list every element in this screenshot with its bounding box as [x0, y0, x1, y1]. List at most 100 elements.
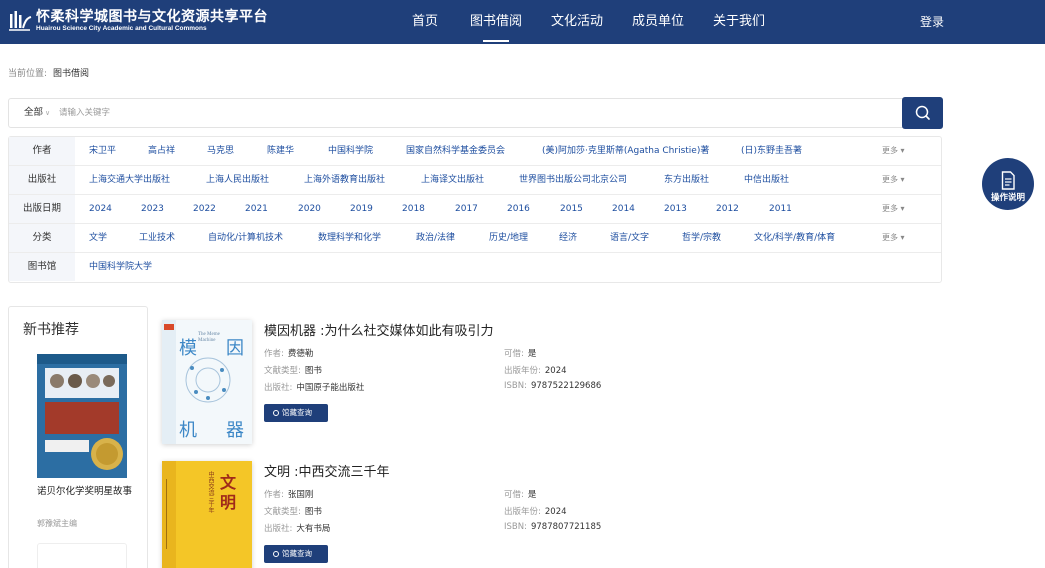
- login-link[interactable]: 登录: [920, 0, 944, 44]
- filter-option[interactable]: 2022: [193, 195, 216, 223]
- filter-option[interactable]: 2012: [716, 195, 739, 223]
- book-author: 作者: 费德勒: [264, 349, 314, 359]
- book-borrowable: 可借: 是: [504, 490, 537, 500]
- filter-more-button[interactable]: 更多 ▾: [882, 195, 905, 223]
- filter-option[interactable]: 2020: [298, 195, 321, 223]
- book-year: 出版年份: 2024: [504, 507, 567, 517]
- book-title[interactable]: 模因机器 :为什么社交媒体如此有吸引力: [264, 320, 494, 339]
- filter-option[interactable]: 2015: [560, 195, 583, 223]
- book-list-item: 模 因 机 器 The Meme Machine 模因机器 :为什么社交媒体如此…: [162, 320, 862, 450]
- operation-guide-label: 操作说明: [990, 193, 1025, 203]
- filter-option[interactable]: 上海译文出版社: [421, 166, 484, 194]
- filter-option[interactable]: 马克思: [207, 137, 234, 165]
- filter-option[interactable]: 2021: [245, 195, 268, 223]
- filter-row-publish-date: 出版日期 2024 2023 2022 2021 2020 2019 2018 …: [9, 195, 941, 224]
- filter-option[interactable]: 数理科学和化学: [318, 224, 381, 252]
- sidebar-book-author: 郭豫斌主编: [37, 519, 77, 528]
- search-button[interactable]: [902, 97, 943, 129]
- filter-option[interactable]: 2019: [350, 195, 373, 223]
- filter-option[interactable]: 2013: [664, 195, 687, 223]
- filter-option[interactable]: 世界图书出版公司北京公司: [519, 166, 627, 194]
- nav-book-borrowing[interactable]: 图书借阅: [470, 0, 522, 44]
- filter-option[interactable]: 2011: [769, 195, 792, 223]
- filter-label: 出版日期: [9, 195, 75, 223]
- sidebar-title: 新书推荐: [23, 322, 79, 338]
- filter-option[interactable]: 历史/地理: [489, 224, 528, 252]
- filter-option[interactable]: 上海人民出版社: [206, 166, 269, 194]
- book-cover-image[interactable]: [37, 354, 127, 478]
- nav-cultural-activities[interactable]: 文化活动: [551, 0, 603, 44]
- filter-more-label: 更多: [882, 146, 898, 155]
- book-cover-char: 模: [179, 338, 197, 359]
- sidebar-book-title[interactable]: 诺贝尔化学奖明星故事: [37, 485, 133, 498]
- book-author: 作者: 张国刚: [264, 490, 314, 500]
- filter-option[interactable]: 中信出版社: [744, 166, 789, 194]
- filter-option[interactable]: 2023: [141, 195, 164, 223]
- nav-home[interactable]: 首页: [412, 0, 438, 44]
- search-scope-select[interactable]: 全部 ∨: [24, 99, 50, 127]
- operation-guide-button[interactable]: 操作说明: [982, 158, 1034, 210]
- filter-option[interactable]: 文学: [89, 224, 107, 252]
- filter-option[interactable]: 2018: [402, 195, 425, 223]
- filter-option[interactable]: 哲学/宗教: [682, 224, 721, 252]
- book-cover-char: 器: [226, 420, 244, 441]
- filter-more-button[interactable]: 更多 ▾: [882, 166, 905, 194]
- filter-option[interactable]: 2016: [507, 195, 530, 223]
- search-input[interactable]: [59, 104, 889, 122]
- breadcrumb: 当前位置: 图书借阅: [8, 66, 89, 79]
- caret-down-icon: ▾: [900, 204, 905, 213]
- filter-label: 图书馆: [9, 253, 75, 281]
- chevron-down-icon: ∨: [45, 109, 51, 117]
- site-logo[interactable]: 怀柔科学城图书与文化资源共享平台 Huairou Science City Ac…: [8, 9, 268, 33]
- filter-option[interactable]: 语言/文字: [610, 224, 649, 252]
- holding-query-button[interactable]: 馆藏查询: [264, 404, 328, 422]
- search-icon: [915, 105, 930, 120]
- filter-option[interactable]: 中国科学院大学: [89, 253, 152, 281]
- filter-option[interactable]: 国家自然科学基金委员会: [406, 137, 505, 165]
- filter-more-button[interactable]: 更多 ▾: [882, 137, 905, 165]
- book-isbn: ISBN: 9787522129686: [504, 381, 602, 391]
- filter-option[interactable]: 高占祥: [148, 137, 175, 165]
- filter-option[interactable]: 2017: [455, 195, 478, 223]
- circle-icon: [273, 550, 279, 557]
- filter-more-label: 更多: [882, 204, 898, 213]
- filter-option[interactable]: (美)阿加莎·克里斯蒂(Agatha Christie)著: [542, 137, 709, 165]
- caret-down-icon: ▾: [900, 146, 905, 155]
- sidebar-next-book-card[interactable]: [37, 543, 127, 568]
- book-year: 出版年份: 2024: [504, 366, 567, 376]
- caret-down-icon: ▾: [900, 233, 905, 242]
- filter-option[interactable]: 上海交通大学出版社: [89, 166, 170, 194]
- breadcrumb-current[interactable]: 图书借阅: [53, 69, 89, 79]
- book-publisher: 出版社: 中国原子能出版社: [264, 383, 365, 393]
- filter-more-label: 更多: [882, 175, 898, 184]
- filter-option[interactable]: 2014: [612, 195, 635, 223]
- filter-label: 作者: [9, 137, 75, 165]
- book-cover-image[interactable]: 文 明 中西交流三千年: [162, 461, 252, 568]
- nav-about-us[interactable]: 关于我们: [713, 0, 765, 44]
- circle-icon: [273, 409, 279, 416]
- book-cover-image[interactable]: 模 因 机 器 The Meme Machine: [162, 320, 252, 444]
- nav-member-units[interactable]: 成员单位: [632, 0, 684, 44]
- filter-option[interactable]: 宋卫平: [89, 137, 116, 165]
- filter-option[interactable]: (日)东野圭吾著: [741, 137, 802, 165]
- filter-option[interactable]: 自动化/计算机技术: [208, 224, 283, 252]
- filter-option[interactable]: 陈建华: [267, 137, 294, 165]
- filter-option[interactable]: 政治/法律: [416, 224, 455, 252]
- filter-option[interactable]: 2024: [89, 195, 112, 223]
- filter-row-author: 作者 宋卫平 高占祥 马克思 陈建华 中国科学院 国家自然科学基金委员会 (美)…: [9, 137, 941, 166]
- filter-row-library: 图书馆 中国科学院大学: [9, 253, 941, 282]
- site-subtitle: Huairou Science City Academic and Cultur…: [36, 25, 207, 32]
- filter-option[interactable]: 上海外语教育出版社: [304, 166, 385, 194]
- filter-row-category: 分类 文学 工业技术 自动化/计算机技术 数理科学和化学 政治/法律 历史/地理…: [9, 224, 941, 253]
- filter-more-button[interactable]: 更多 ▾: [882, 224, 905, 252]
- filter-option[interactable]: 工业技术: [139, 224, 175, 252]
- filter-option[interactable]: 东方出版社: [664, 166, 709, 194]
- book-title[interactable]: 文明 :中西交流三千年: [264, 461, 390, 480]
- filter-option[interactable]: 经济: [559, 224, 577, 252]
- search-bar: 全部 ∨: [8, 97, 943, 129]
- holding-query-button[interactable]: 馆藏查询: [264, 545, 328, 563]
- filter-option[interactable]: 文化/科学/教育/体育: [754, 224, 835, 252]
- book-cover-char: 明: [220, 493, 237, 512]
- book-type: 文献类型: 图书: [264, 366, 322, 376]
- filter-option[interactable]: 中国科学院: [328, 137, 373, 165]
